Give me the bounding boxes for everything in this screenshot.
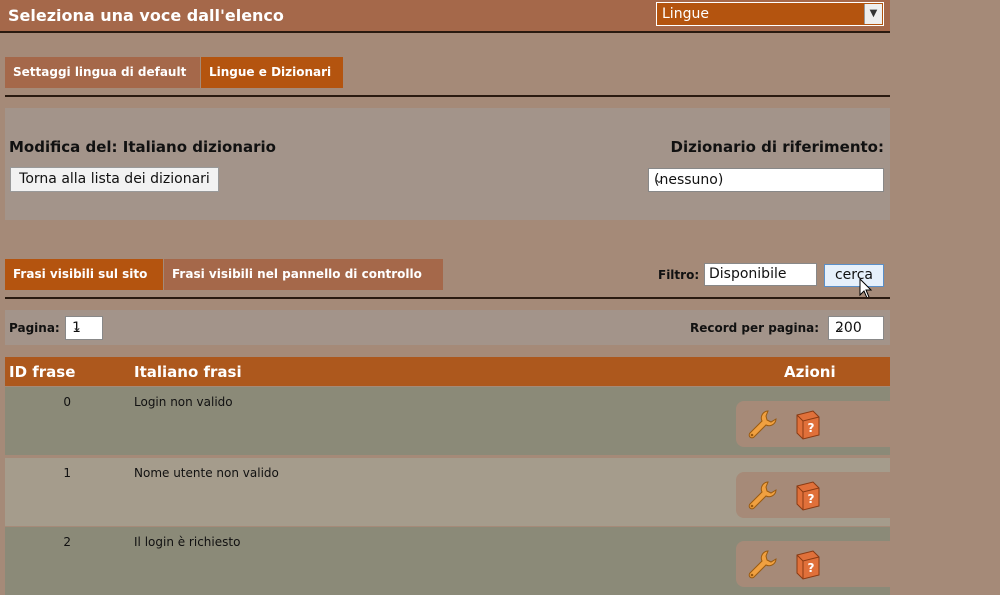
- page-label: Pagina:: [9, 321, 60, 335]
- wrench-icon[interactable]: [746, 479, 778, 511]
- row-actions: ?: [736, 472, 890, 518]
- dictionary-editor-panel: Modifica del: Italiano dizionario Torna …: [5, 108, 890, 220]
- column-header-id: ID frase: [9, 363, 76, 381]
- column-header-phrase: Italiano frasi: [134, 363, 242, 381]
- filter-label: Filtro:: [658, 268, 700, 282]
- phrase-text: Nome utente non valido: [134, 466, 279, 480]
- section-select-value: Lingue: [662, 6, 709, 22]
- main-area: Seleziona una voce dall'elenco Lingue ▼ …: [0, 0, 890, 595]
- wrench-icon[interactable]: [746, 548, 778, 580]
- table-row: 1 Nome utente non valido ?: [5, 458, 890, 526]
- records-per-page-select[interactable]: 200 ⌄: [828, 316, 884, 340]
- top-bar: Seleziona una voce dall'elenco Lingue ▼: [0, 0, 890, 33]
- search-button[interactable]: cerca: [824, 264, 884, 287]
- chevron-down-icon: ⌄: [835, 320, 846, 334]
- back-to-dictionaries-button[interactable]: Torna alla lista dei dizionari: [10, 167, 219, 192]
- page-title: Seleziona una voce dall'elenco: [8, 6, 284, 25]
- chevron-down-icon: ⌄: [654, 172, 665, 186]
- row-actions: ?: [736, 401, 890, 447]
- tab-site-phrases[interactable]: Frasi visibili sul sito: [5, 259, 163, 290]
- tab-languages-dictionaries[interactable]: Lingue e Dizionari: [201, 57, 343, 88]
- column-header-actions: Azioni: [784, 363, 836, 381]
- page-select[interactable]: 1 ⌄: [65, 316, 103, 340]
- help-book-icon[interactable]: ?: [791, 479, 823, 511]
- divider: [5, 297, 890, 299]
- filter-input[interactable]: Disponibile: [704, 263, 817, 286]
- chevron-down-icon[interactable]: ▼: [864, 4, 882, 24]
- phrase-text: Login non valido: [134, 395, 233, 409]
- records-per-page-label: Record per pagina:: [690, 321, 820, 335]
- svg-text:?: ?: [808, 492, 815, 506]
- phrase-text: Il login è richiesto: [134, 535, 241, 549]
- wrench-icon[interactable]: [746, 408, 778, 440]
- divider: [5, 95, 890, 97]
- table-row: 2 Il login è richiesto ?: [5, 527, 890, 595]
- row-actions: ?: [736, 541, 890, 587]
- svg-text:?: ?: [808, 421, 815, 435]
- reference-dictionary-label: Dizionario di riferimento:: [670, 138, 884, 156]
- section-select[interactable]: Lingue ▼: [656, 2, 884, 26]
- table-header: ID frase Italiano frasi Azioni: [5, 357, 890, 386]
- help-book-icon[interactable]: ?: [791, 548, 823, 580]
- chevron-down-icon: ⌄: [72, 320, 83, 334]
- editor-title: Modifica del: Italiano dizionario: [9, 138, 276, 156]
- tab-default-language-settings[interactable]: Settaggi lingua di default: [5, 57, 200, 88]
- svg-text:?: ?: [808, 561, 815, 575]
- reference-dictionary-select[interactable]: (nessuno) ⌄: [648, 168, 884, 192]
- table-row: 0 Login non valido ?: [5, 387, 890, 455]
- phrase-id: 2: [63, 535, 71, 549]
- help-book-icon[interactable]: ?: [791, 408, 823, 440]
- phrase-id: 1: [63, 466, 71, 480]
- pagination-bar: Pagina: 1 ⌄ Record per pagina: 200 ⌄: [5, 310, 890, 345]
- phrase-id: 0: [63, 395, 71, 409]
- tab-control-panel-phrases[interactable]: Frasi visibili nel pannello di controllo: [164, 259, 443, 290]
